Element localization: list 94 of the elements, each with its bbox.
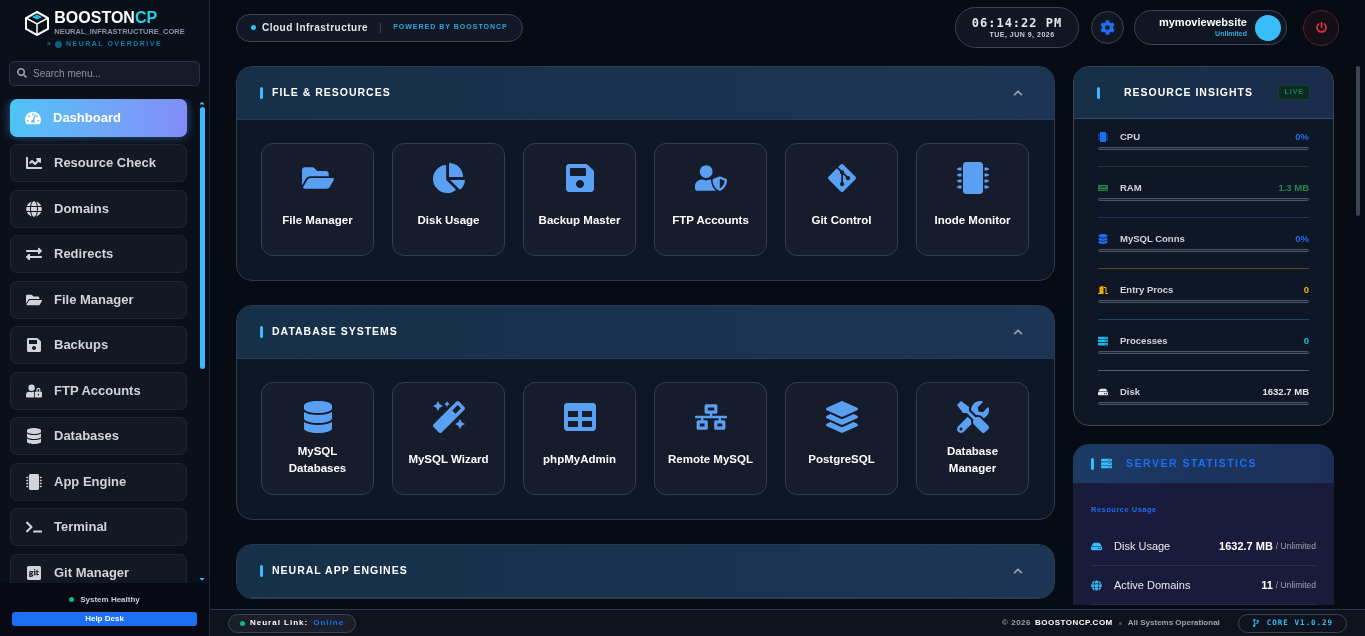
metric-label: CPU: [1120, 129, 1142, 144]
cube-logo-icon: [24, 9, 51, 36]
table-icon: [563, 400, 596, 433]
stat-value: 11: [1261, 577, 1273, 593]
metric-value: 1.3 MB: [1278, 180, 1309, 195]
stat-limit: / Unlimited: [1275, 578, 1316, 592]
section-header[interactable]: NEURAL APP ENGINES: [237, 545, 1054, 598]
page-title: Cloud Infrastructure: [262, 21, 369, 35]
section-title: FILE & RESOURCES: [272, 85, 392, 101]
database-icon: [301, 400, 334, 433]
branch-icon: [1251, 619, 1260, 627]
section-header[interactable]: FILE & RESOURCES: [237, 67, 1054, 120]
user-lock-icon: [26, 382, 42, 399]
sidebar-item[interactable]: Backups: [10, 326, 187, 364]
tool-tile[interactable]: FTP Accounts: [654, 143, 767, 256]
drive-icon: [1091, 540, 1102, 552]
wand-icon: [432, 400, 465, 433]
section-title: DATABASE SYSTEMS: [272, 324, 399, 340]
chip-icon: [956, 161, 989, 194]
tools-icon: [956, 400, 989, 433]
sidebar-item[interactable]: FTP Accounts: [10, 371, 187, 410]
tool-tile[interactable]: Database Manager: [916, 382, 1029, 495]
clock-time: 06:14:22 PM: [971, 16, 1063, 30]
card-title: SERVER STATISTICS: [1126, 455, 1258, 471]
git-icon: [825, 161, 858, 194]
tool-tile[interactable]: MySQL Databases: [261, 382, 374, 495]
sidebar-item[interactable]: App Engine: [10, 462, 187, 501]
sidebar-item[interactable]: Databases: [10, 417, 187, 455]
sidebar-item[interactable]: Resource Check: [10, 144, 187, 182]
tool-tile[interactable]: Backup Master: [523, 143, 636, 256]
card-title: RESOURCE INSIGHTS: [1124, 84, 1254, 100]
account-name: mymoviewebsite: [1158, 15, 1247, 29]
floppy-icon: [563, 161, 596, 194]
section-header[interactable]: DATABASE SYSTEMS: [237, 306, 1054, 359]
metric-value: 0: [1303, 282, 1309, 297]
settings-icon: [1100, 20, 1115, 35]
sidebar-item[interactable]: Domains: [10, 189, 187, 228]
metric-label: MySQL Conns: [1120, 231, 1186, 246]
globe-icon: [26, 200, 42, 217]
avatar: [1255, 14, 1281, 41]
metric-value: 0%: [1295, 231, 1309, 246]
sidebar-item[interactable]: File Manager: [10, 280, 187, 319]
tool-tile[interactable]: MySQL Wizard: [392, 382, 505, 495]
stat-value: 1632.7 MB: [1219, 538, 1273, 554]
collapse-icon[interactable]: [1013, 327, 1023, 337]
stat-limit: / Unlimited: [1275, 539, 1316, 553]
scroll-down-icon[interactable]: [198, 575, 206, 583]
system-status: All Systems Operational: [1127, 617, 1220, 629]
stat-label: Disk Usage: [1114, 538, 1172, 554]
brand-name: BOOSTONCP: [54, 9, 159, 27]
collapse-icon[interactable]: [1013, 566, 1023, 576]
database-icon: [26, 428, 42, 444]
stat-label: Active Domains: [1114, 577, 1192, 593]
section-title: NEURAL APP ENGINES: [272, 563, 409, 579]
metric-label: Processes: [1120, 333, 1169, 348]
metric-value: 1632.7 MB: [1262, 384, 1309, 399]
chart-icon: [26, 155, 42, 171]
terminal-icon: [26, 519, 42, 535]
arrows-icon: [26, 246, 42, 262]
power-icon: [1315, 22, 1327, 33]
metric-label: Disk: [1120, 384, 1142, 399]
git-icon: [26, 564, 42, 581]
server-icon: [1101, 458, 1112, 469]
layers-icon: [825, 400, 858, 433]
tool-tile[interactable]: Remote MySQL: [654, 382, 767, 495]
link-state: Online: [313, 617, 345, 629]
pie-chart-icon: [432, 161, 465, 194]
search-field[interactable]: Search menu...: [9, 60, 200, 86]
globe-icon: [1091, 579, 1102, 591]
search-icon: [17, 67, 27, 78]
sidebar-item[interactable]: Terminal: [10, 508, 187, 546]
tool-tile[interactable]: Git Control: [785, 143, 898, 256]
copyright: © 2026: [1002, 617, 1031, 629]
site-name: BOOSTONCP.COM: [1035, 617, 1113, 629]
tool-tile[interactable]: Inode Monitor: [916, 143, 1029, 256]
tool-tile[interactable]: PostgreSQL: [785, 382, 898, 495]
tool-tile[interactable]: phpMyAdmin: [523, 382, 636, 495]
gauge-icon: [25, 109, 41, 126]
metric-label: RAM: [1120, 180, 1143, 195]
chip-icon: [26, 473, 42, 490]
metric-label: Entry Procs: [1120, 282, 1175, 297]
floppy-icon: [26, 337, 42, 353]
tool-tile[interactable]: Disk Usage: [392, 143, 505, 256]
metric-value: 0%: [1295, 129, 1309, 144]
collapse-icon[interactable]: [1013, 88, 1023, 98]
system-status: System Healthy: [80, 593, 140, 606]
logout-button[interactable]: [1303, 9, 1339, 46]
metric-value: 0: [1303, 333, 1309, 348]
settings-button[interactable]: [1091, 11, 1124, 44]
sidebar-item[interactable]: Git Manager: [10, 553, 187, 583]
tool-tile[interactable]: File Manager: [261, 143, 374, 256]
link-label: Neural Link:: [250, 617, 309, 629]
help-desk-button[interactable]: Help Desk: [12, 611, 197, 626]
sidebar-item[interactable]: Redirects: [10, 235, 187, 273]
